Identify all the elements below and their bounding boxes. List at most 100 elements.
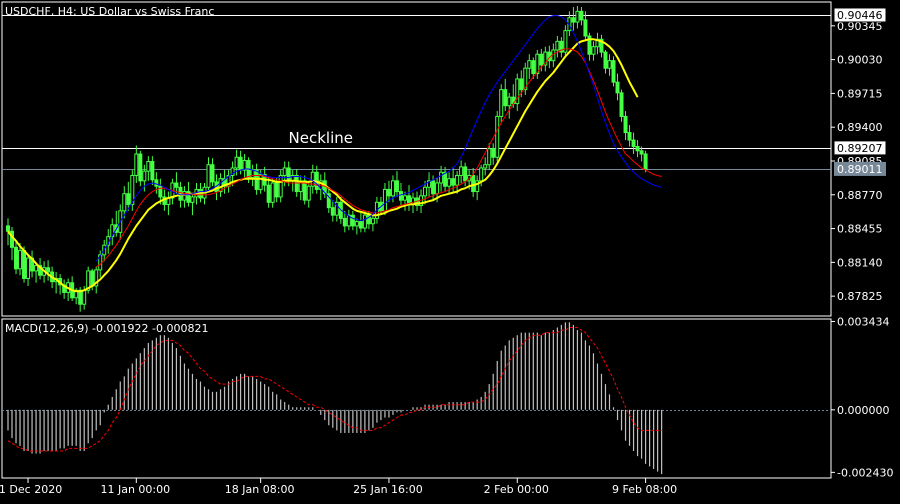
macd-tick-label: 0.003434 — [837, 315, 890, 328]
candle-body — [471, 174, 476, 193]
candle-body — [479, 167, 484, 182]
candle-body — [447, 178, 452, 187]
candle-body — [190, 196, 195, 203]
candle-body — [286, 167, 291, 182]
candle-body — [615, 81, 620, 94]
candle-body — [398, 191, 403, 201]
candle-body — [402, 195, 407, 201]
candle-body — [495, 115, 500, 158]
candle-body — [390, 180, 395, 197]
candle-body — [499, 89, 504, 117]
candle-body — [631, 139, 636, 148]
candle-body — [26, 257, 31, 279]
candle-body — [611, 60, 616, 83]
candle-body — [354, 221, 359, 227]
mt5-chart-window[interactable]: 0.90345 0.90030 0.89715 0.89400 0.89085 0.887… — [0, 0, 900, 500]
candle-body — [18, 250, 23, 270]
time-tick-label: 31 Dec 2020 — [0, 483, 62, 496]
candle-body — [294, 174, 299, 193]
candle-body — [258, 173, 263, 190]
candle-body — [571, 17, 576, 23]
chart-background — [0, 0, 900, 500]
candle-body — [483, 164, 488, 169]
candle-body — [487, 148, 492, 166]
macd-tick-label: 0.000000 — [837, 404, 890, 417]
candle-body — [555, 40, 560, 51]
candle-body — [274, 182, 279, 198]
time-tick-label: 25 Jan 16:00 — [353, 483, 423, 496]
chart-canvas[interactable]: 0.903450.900300.897150.894000.890850.887… — [0, 0, 900, 500]
candle-body — [370, 217, 375, 225]
price-tick-label: 0.88770 — [837, 189, 883, 202]
candle-body — [254, 169, 259, 190]
candle-body — [394, 180, 399, 193]
time-tick-label: 11 Jan 00:00 — [100, 483, 170, 496]
candle-body — [138, 153, 143, 182]
price-tick-label: 0.87825 — [837, 290, 883, 303]
candle-body — [266, 184, 271, 203]
candle-body — [591, 46, 596, 55]
bid-price-label: 0.89011 — [837, 163, 883, 176]
candle-body — [134, 153, 139, 176]
candle-body — [282, 167, 287, 176]
candle-body — [531, 60, 536, 75]
time-tick-label: 9 Feb 08:00 — [612, 483, 677, 496]
candle-body — [431, 180, 436, 195]
candle-body — [643, 153, 648, 170]
candle-body — [206, 164, 211, 188]
candle-body — [639, 150, 644, 155]
candle-body — [122, 193, 127, 212]
candle-body — [459, 166, 464, 176]
macd-title: MACD(12,26,9) -0.001922 -0.000821 — [5, 322, 208, 335]
candle-body — [150, 161, 155, 181]
candle-body — [455, 174, 460, 186]
candle-body — [46, 267, 51, 273]
price-tick-label: 0.89400 — [837, 121, 883, 134]
candle-body — [519, 78, 524, 91]
price-tick-label: 0.88455 — [837, 223, 883, 236]
candle-body — [146, 161, 151, 172]
candle-body — [386, 188, 391, 197]
candle-body — [603, 51, 608, 69]
candle-body — [182, 191, 187, 201]
line-price-label: 0.89207 — [837, 142, 883, 155]
candle-body — [306, 185, 311, 201]
time-tick-label: 2 Feb 00:00 — [484, 483, 549, 496]
candle-body — [539, 53, 544, 66]
candle-body — [126, 193, 131, 205]
candle-body — [358, 221, 363, 229]
candle-body — [435, 182, 440, 195]
candle-body — [250, 169, 255, 179]
candle-body — [362, 214, 367, 229]
candle-body — [503, 89, 508, 107]
candle-body — [238, 156, 243, 171]
candle-body — [154, 179, 159, 187]
candle-body — [6, 225, 10, 232]
macd-tick-label: -0.002430 — [837, 466, 893, 479]
candle-body — [619, 92, 624, 117]
line-price-label: 0.90446 — [837, 9, 883, 22]
candle-body — [90, 270, 95, 287]
candle-body — [278, 174, 283, 198]
price-tick-label: 0.89715 — [837, 87, 883, 100]
price-axis: 0.903450.900300.897150.894000.890850.887… — [831, 20, 883, 303]
candle-body — [210, 164, 215, 183]
time-tick-label: 18 Jan 08:00 — [225, 483, 295, 496]
candle-body — [342, 217, 347, 227]
candle-body — [491, 148, 496, 158]
candle-body — [423, 186, 428, 197]
candle-body — [451, 178, 456, 186]
price-tick-label: 0.88140 — [837, 256, 883, 269]
candle-body — [627, 132, 632, 141]
candle-body — [34, 265, 39, 272]
candle-body — [635, 146, 640, 152]
symbol-title: USDCHF, H4: US Dollar vs Swiss Franc — [5, 5, 214, 18]
candle-body — [507, 96, 512, 107]
candle-body — [579, 10, 584, 21]
candle-body — [78, 289, 83, 305]
price-tick-label: 0.90030 — [837, 54, 883, 67]
candle-body — [142, 170, 147, 182]
candle-body — [234, 156, 239, 169]
candle-body — [623, 115, 628, 134]
candle-body — [382, 188, 387, 212]
